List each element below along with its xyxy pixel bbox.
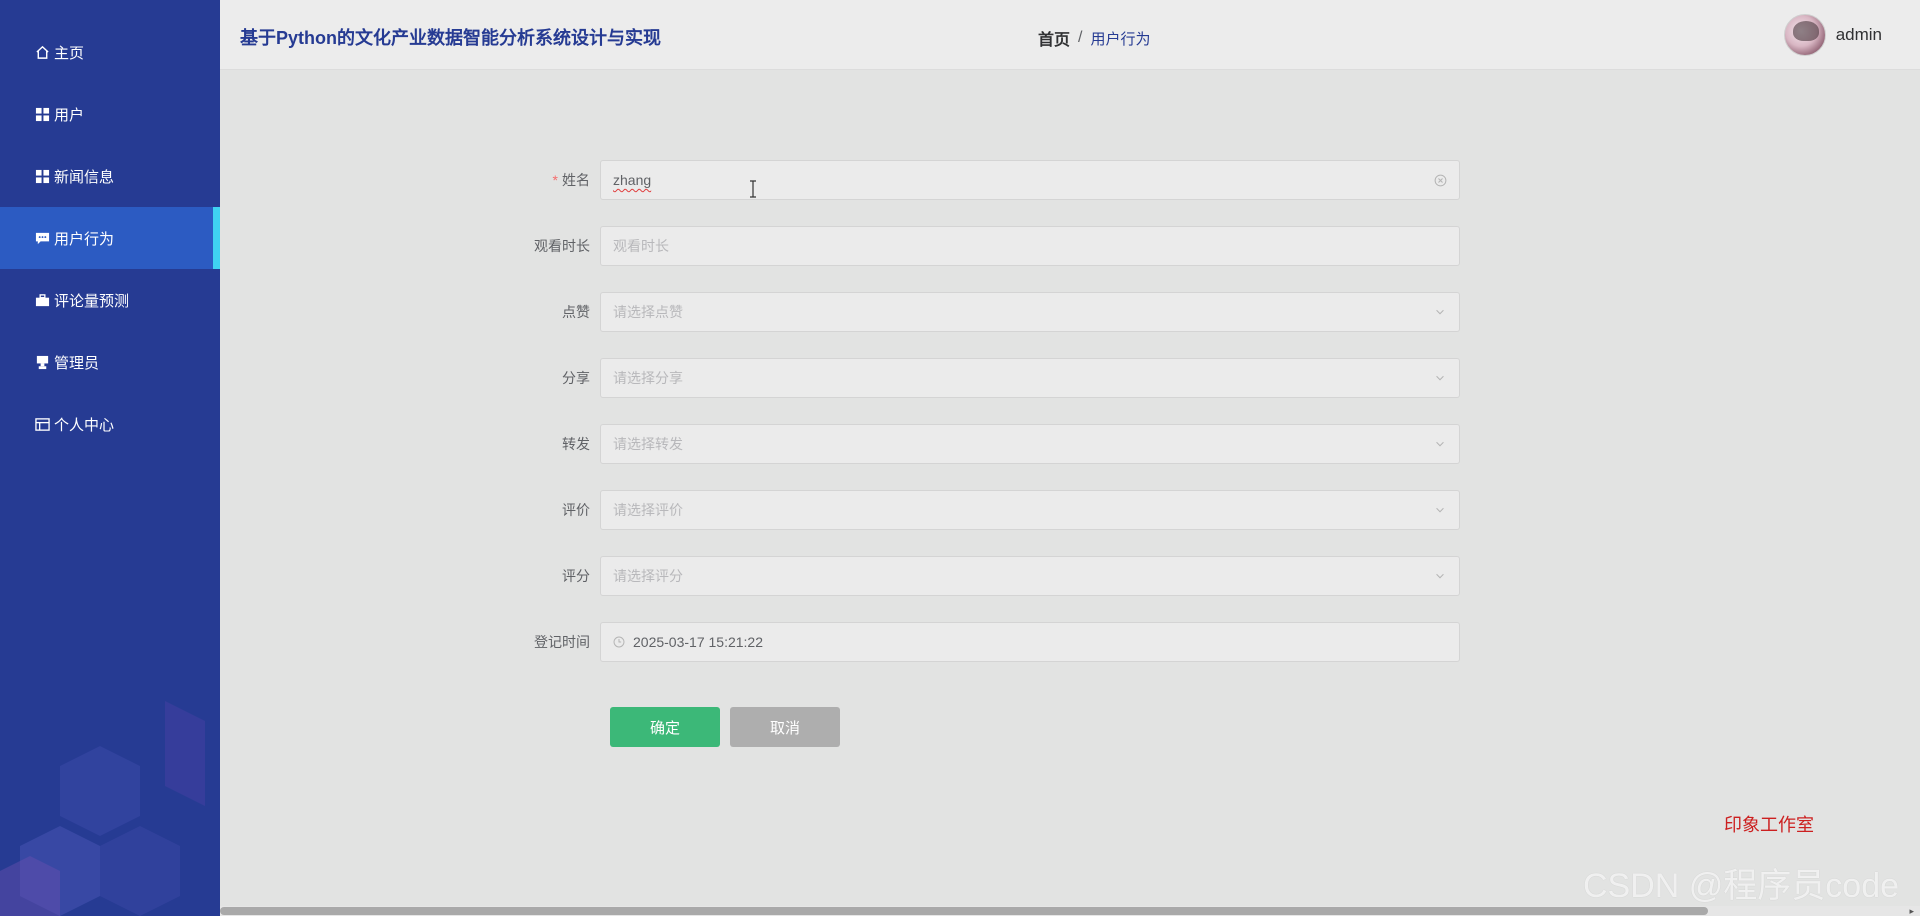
chevron-down-icon [1433,371,1447,385]
score-placeholder: 请选择评分 [613,568,683,584]
breadcrumb-separator: / [1078,29,1083,46]
sidebar-item-user-behavior[interactable]: 用户行为 [0,207,220,269]
sidebar-item-label: 个人中心 [54,416,115,434]
breadcrumb-current: 用户行为 [1090,30,1151,48]
horizontal-scrollbar[interactable]: ▸ [220,906,1920,916]
forward-label: 转发 [562,436,590,452]
chat-icon [34,230,50,246]
form-row-review: 评价 请选择评价 [520,490,1470,530]
studio-label: 印象工作室 [1724,815,1814,835]
watch-time-placeholder: 观看时长 [613,238,669,254]
like-select[interactable]: 请选择点赞 [600,292,1460,332]
name-input[interactable]: zhang [600,160,1460,200]
confirm-button[interactable]: 确定 [610,707,720,747]
share-placeholder: 请选择分享 [613,370,683,386]
watch-time-input[interactable]: 观看时长 [600,226,1460,266]
grid-icon [34,106,50,122]
clock-icon [613,635,627,649]
text-cursor-icon [750,180,756,198]
form-row-forward: 转发 请选择转发 [520,424,1470,464]
sidebar-item-label: 用户 [54,106,85,124]
username[interactable]: admin [1836,25,1882,45]
avatar[interactable] [1783,14,1826,56]
review-label: 评价 [562,502,590,518]
sidebar-item-comment-forecast[interactable]: 评论量预测 [0,269,220,331]
like-placeholder: 请选择点赞 [613,304,683,320]
required-mark: * [552,172,558,188]
chevron-down-icon [1433,569,1447,583]
top-header: 基于Python的文化产业数据智能分析系统设计与实现 首页 / 用户行为 adm… [220,0,1920,70]
user-behavior-form: * 姓名 zhang 观看时长 观看时长 点赞 请选择点赞 分享 请选择分享 转发… [520,160,1470,688]
score-select[interactable]: 请选择评分 [600,556,1460,596]
sidebar-item-label: 评论量预测 [54,292,130,310]
grid-icon [34,168,50,184]
clear-icon[interactable] [1433,173,1447,187]
forward-placeholder: 请选择转发 [613,436,683,452]
form-row-watch-time: 观看时长 观看时长 [520,226,1470,266]
form-actions: 确定 取消 [610,707,840,747]
app-title: 基于Python的文化产业数据智能分析系统设计与实现 [240,28,661,48]
window-icon [34,416,50,432]
sidebar-item-label: 管理员 [54,354,100,372]
form-row-score: 评分 请选择评分 [520,556,1470,596]
sidebar-item-label: 新闻信息 [54,168,115,186]
score-label: 评分 [562,568,590,584]
forward-select[interactable]: 请选择转发 [600,424,1460,464]
stamp-icon [34,354,50,370]
share-label: 分享 [562,370,590,386]
chevron-down-icon [1433,305,1447,319]
form-row-like: 点赞 请选择点赞 [520,292,1470,332]
sidebar-item-admin[interactable]: 管理员 [0,331,220,393]
review-select[interactable]: 请选择评价 [600,490,1460,530]
sidebar-item-news[interactable]: 新闻信息 [0,145,220,207]
share-select[interactable]: 请选择分享 [600,358,1460,398]
sidebar-item-users[interactable]: 用户 [0,83,220,145]
breadcrumb: 首页 / 用户行为 [1038,26,1150,50]
chevron-down-icon [1433,503,1447,517]
form-row-name: * 姓名 zhang [520,160,1470,200]
cancel-button[interactable]: 取消 [730,707,840,747]
breadcrumb-home[interactable]: 首页 [1038,26,1070,50]
home-icon [34,44,50,60]
register-time-picker[interactable]: 2025-03-17 15:21:22 [600,622,1460,662]
register-time-value: 2025-03-17 15:21:22 [633,634,763,650]
sidebar-item-label: 主页 [54,44,85,62]
form-row-register-time: 登记时间 2025-03-17 15:21:22 [520,622,1470,662]
user-menu[interactable]: admin [1783,14,1882,56]
sidebar-item-home[interactable]: 主页 [0,21,220,83]
scroll-right-icon[interactable]: ▸ [1909,906,1914,916]
sidebar-decoration [0,701,205,916]
register-time-label: 登记时间 [534,634,590,650]
review-placeholder: 请选择评价 [613,502,683,518]
sidebar-item-profile[interactable]: 个人中心 [0,393,220,455]
like-label: 点赞 [562,304,590,320]
scrollbar-thumb[interactable] [220,907,1708,915]
sidebar: 主页 用户 新闻信息 用户行为 评论量预测 管理员 个人中心 [0,0,220,916]
sidebar-item-label: 用户行为 [54,230,115,248]
name-label: * 姓名 [552,172,590,188]
chevron-down-icon [1433,437,1447,451]
name-input-value: zhang [613,172,652,188]
sidebar-menu: 主页 用户 新闻信息 用户行为 评论量预测 管理员 个人中心 [0,0,220,455]
watermark: CSDN @程序员code [1583,867,1900,905]
watch-time-label: 观看时长 [534,238,590,254]
briefcase-icon [34,292,50,308]
form-row-share: 分享 请选择分享 [520,358,1470,398]
